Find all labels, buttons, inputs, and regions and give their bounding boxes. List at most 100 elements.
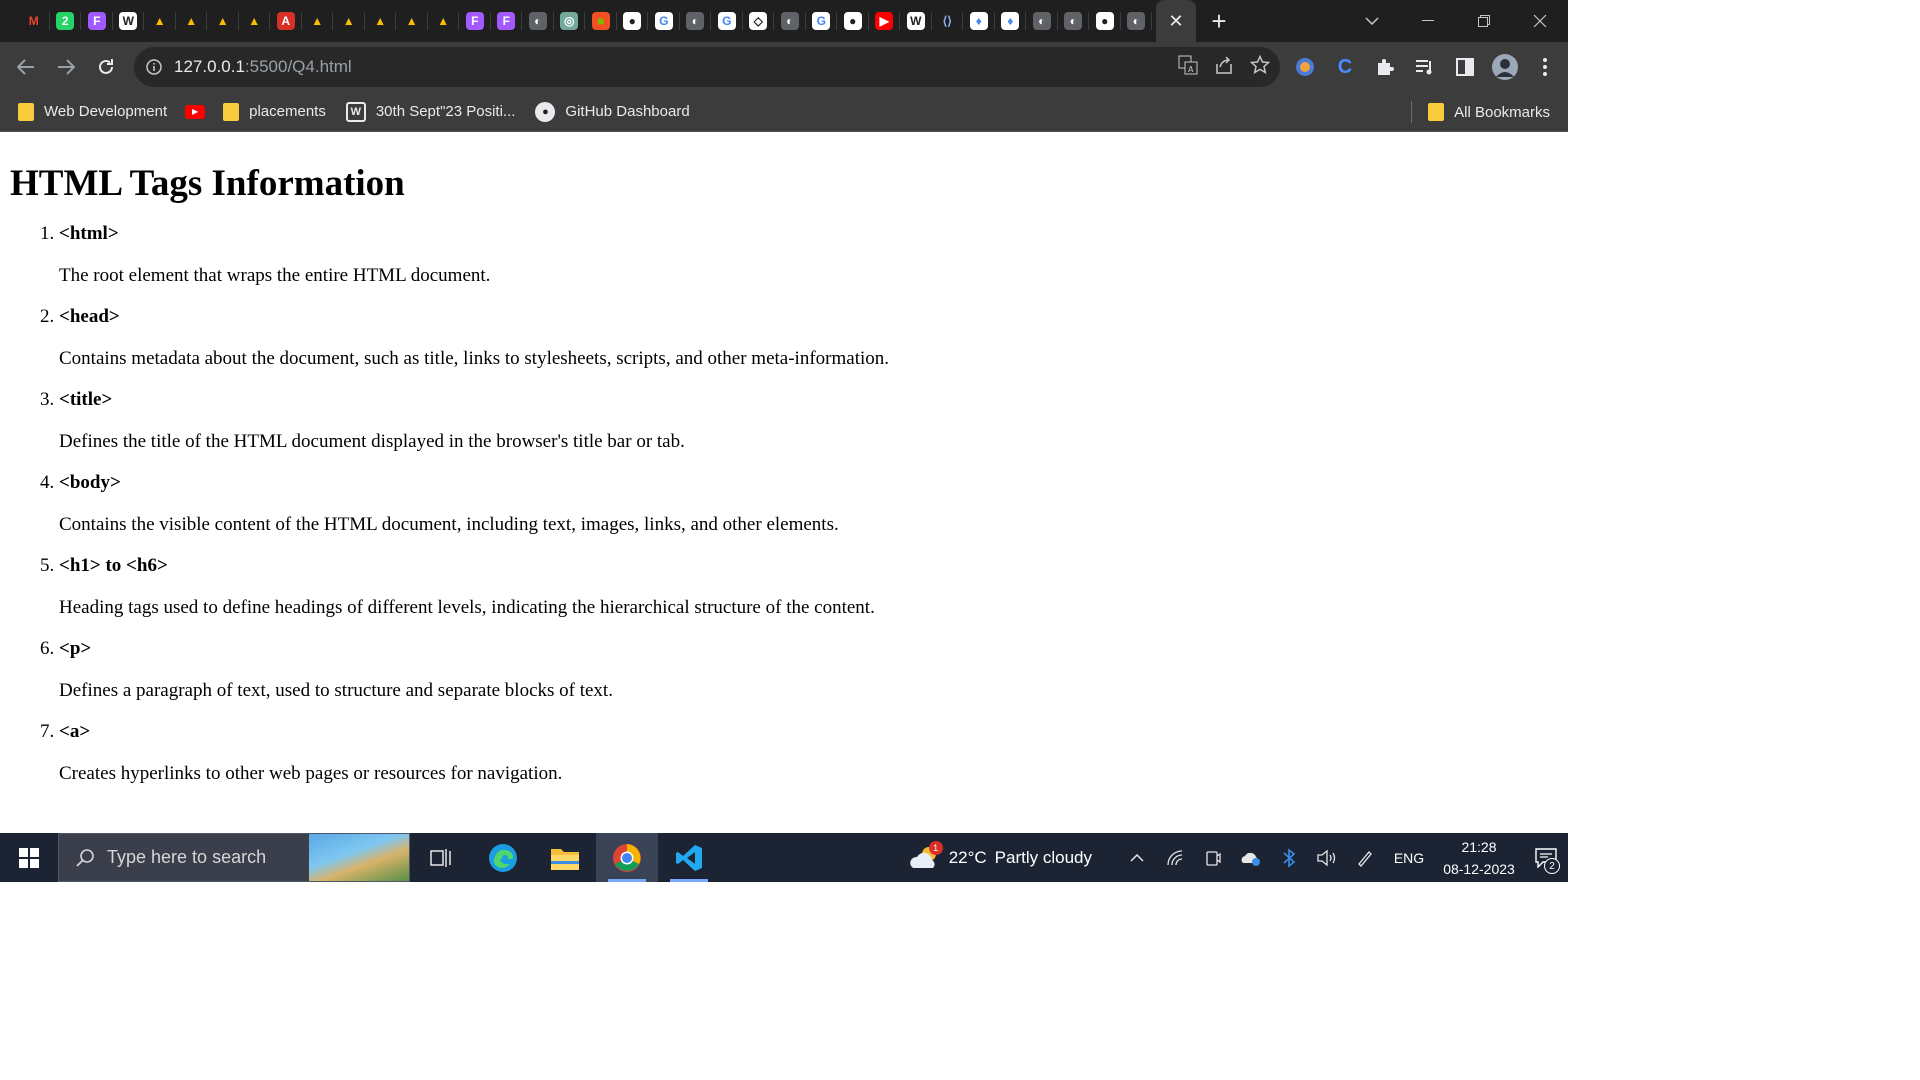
task-view-button[interactable]	[410, 833, 472, 882]
browser-tab[interactable]: F	[81, 0, 113, 42]
folder-icon	[223, 102, 240, 121]
browser-tab[interactable]: ▲	[396, 0, 428, 42]
browser-tab[interactable]: G	[711, 0, 743, 42]
side-panel-icon[interactable]	[1450, 52, 1480, 82]
browser-tab[interactable]: ◐	[774, 0, 806, 42]
google-drive-icon: ▲	[150, 12, 169, 30]
browser-tab[interactable]: ▲	[428, 0, 460, 42]
figma-icon: F	[87, 12, 106, 30]
browser-tab[interactable]: ▲	[176, 0, 208, 42]
browser-tab[interactable]: W	[113, 0, 145, 42]
browser-tab[interactable]: ◐	[1121, 0, 1153, 42]
tag-list-item: <title> Defines the title of the HTML doc…	[59, 386, 1568, 456]
bookmark-github-dashboard[interactable]: ● GitHub Dashboard	[525, 96, 699, 128]
browser-tab[interactable]: G	[806, 0, 838, 42]
google-drive-icon: ▲	[245, 12, 264, 30]
browser-tab[interactable]: M	[18, 0, 50, 42]
browser-tab[interactable]: ◐	[1026, 0, 1058, 42]
tag-description: Heading tags used to define headings of …	[59, 597, 875, 618]
browser-tab[interactable]: ♦	[995, 0, 1027, 42]
forward-button[interactable]	[46, 47, 86, 87]
pen-menu-icon[interactable]	[1346, 833, 1384, 882]
bluetooth-icon[interactable]	[1270, 833, 1308, 882]
chrome-app[interactable]	[596, 833, 658, 882]
browser-tab[interactable]: ●	[617, 0, 649, 42]
clock[interactable]: 21:28 08-12-2023	[1434, 836, 1524, 880]
tag-name: <a>	[59, 721, 91, 742]
browser-tab[interactable]: ●	[837, 0, 869, 42]
new-tab-button[interactable]: +	[1196, 0, 1242, 42]
show-hidden-icons-button[interactable]	[1118, 833, 1156, 882]
translate-icon[interactable]: A	[1178, 55, 1198, 80]
folder-icon	[18, 102, 34, 121]
reload-button[interactable]	[86, 47, 126, 87]
bookmark-positions[interactable]: W 30th Sept"23 Positi...	[336, 96, 526, 128]
browser-tab[interactable]: ◎	[554, 0, 586, 42]
browser-tab[interactable]: ▲	[239, 0, 271, 42]
browser-tab[interactable]: ▲	[207, 0, 239, 42]
weather-alert-badge: 1	[928, 840, 943, 855]
browser-tab[interactable]: W	[900, 0, 932, 42]
close-window-button[interactable]	[1512, 0, 1568, 42]
google-drive-icon: ▲	[402, 12, 421, 30]
edge-icon	[489, 843, 517, 872]
browser-tab[interactable]: F	[491, 0, 523, 42]
bookmarks-bar: Web Development ▶ placements W 30th Sept…	[0, 92, 1568, 132]
tag-list-item: <body> Contains the visible content of th…	[59, 469, 1568, 539]
browser-tab[interactable]: ▲	[302, 0, 334, 42]
back-button[interactable]	[6, 47, 46, 87]
browser-tab[interactable]: ◇	[743, 0, 775, 42]
taskbar-search[interactable]: Type here to search	[58, 833, 410, 882]
notification-center-button[interactable]: 2	[1524, 833, 1568, 882]
close-tab-icon[interactable]: ✕	[1168, 11, 1183, 32]
volume-icon[interactable]	[1308, 833, 1346, 882]
browser-tab[interactable]: ▲	[144, 0, 176, 42]
active-tab[interactable]: ✕	[1156, 0, 1196, 42]
edge-app[interactable]	[472, 833, 534, 882]
vscode-icon	[676, 844, 702, 871]
tag-list: <html> The root element that wraps the en…	[10, 220, 1568, 788]
browser-tab[interactable]: ♦	[963, 0, 995, 42]
restore-button[interactable]	[1456, 0, 1512, 42]
tag-name: <title>	[59, 389, 113, 410]
profile-avatar[interactable]	[1490, 52, 1520, 82]
vscode-app[interactable]	[658, 833, 720, 882]
share-icon[interactable]	[1214, 55, 1234, 80]
weather-widget[interactable]: 1 22°C Partly cloudy	[909, 840, 1092, 872]
browser-tab[interactable]: A	[270, 0, 302, 42]
browser-tab[interactable]: F	[459, 0, 491, 42]
bookmark-web-development[interactable]: Web Development	[8, 96, 177, 128]
bookmark-placements[interactable]: placements	[213, 96, 336, 128]
media-controls-icon[interactable]	[1410, 52, 1440, 82]
browser-tab[interactable]: ●	[1089, 0, 1121, 42]
file-explorer-app[interactable]	[534, 833, 596, 882]
all-bookmarks-button[interactable]: All Bookmarks	[1418, 96, 1560, 128]
site-info-icon[interactable]	[134, 59, 174, 75]
start-button[interactable]	[0, 833, 58, 882]
tab-search-button[interactable]	[1344, 0, 1400, 42]
browser-tab[interactable]: ◐	[522, 0, 554, 42]
address-bar[interactable]: 127.0.0.1:5500/Q4.html A	[134, 47, 1280, 87]
bookmark-star-icon[interactable]	[1249, 54, 1271, 80]
browser-tab[interactable]: ▲	[365, 0, 397, 42]
browser-tab[interactable]: ▲	[333, 0, 365, 42]
extensions-puzzle-icon[interactable]	[1370, 52, 1400, 82]
bookmark-youtube[interactable]: ▶	[177, 96, 213, 128]
extension-firefox-relay-icon[interactable]	[1290, 52, 1320, 82]
browser-tab[interactable]: ■	[585, 0, 617, 42]
taskbar: Type here to search 1 22°C Partly cloudy	[0, 833, 1568, 882]
meet-now-icon[interactable]	[1194, 833, 1232, 882]
extension-c-icon[interactable]: C	[1330, 52, 1360, 82]
minimize-button[interactable]	[1400, 0, 1456, 42]
more-menu-icon[interactable]	[1530, 52, 1560, 82]
browser-tab[interactable]: ▶	[869, 0, 901, 42]
page-content: HTML Tags Information <html> The root ele…	[0, 133, 1568, 833]
browser-tab[interactable]: ⟨⟩	[932, 0, 964, 42]
browser-tab[interactable]: ◐	[680, 0, 712, 42]
network-icon[interactable]	[1156, 833, 1194, 882]
browser-tab[interactable]: 2	[50, 0, 82, 42]
browser-tab[interactable]: G	[648, 0, 680, 42]
input-language-indicator[interactable]: ENG	[1384, 850, 1434, 866]
browser-tab[interactable]: ◐	[1058, 0, 1090, 42]
onedrive-icon[interactable]	[1232, 833, 1270, 882]
